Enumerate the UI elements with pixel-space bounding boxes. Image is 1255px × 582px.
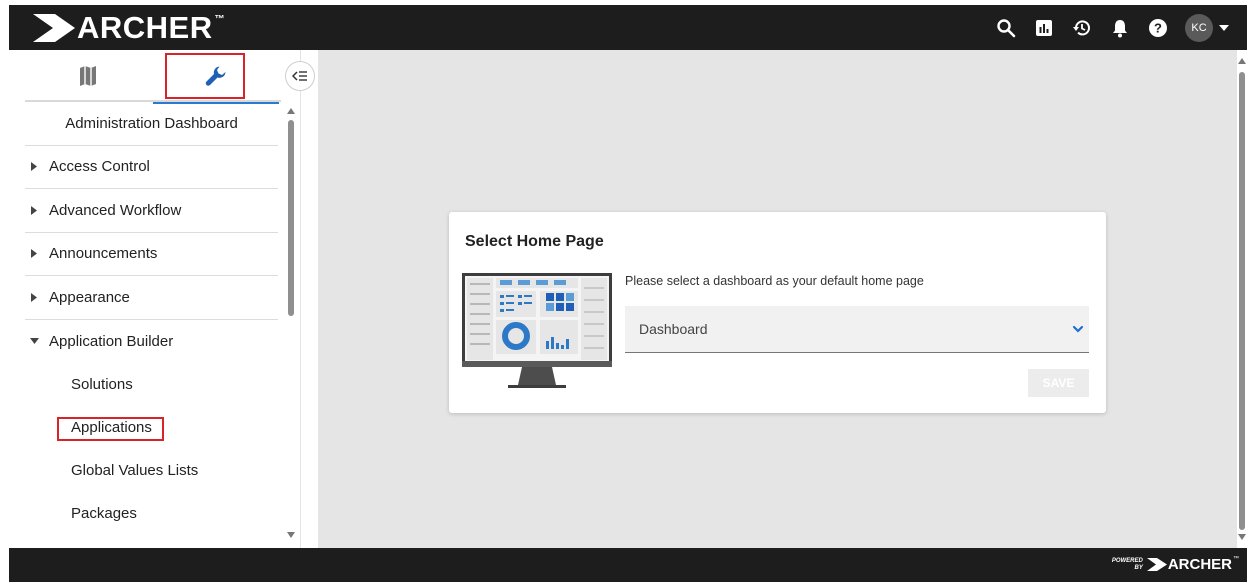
svg-text:?: ? <box>1154 20 1162 35</box>
footer-brand-name: ARCHER <box>1167 556 1232 573</box>
powered-by-archer-logo: POWERED BY ARCHER ™ <box>1112 556 1239 573</box>
nav-solutions[interactable]: Solutions <box>25 363 278 406</box>
save-button[interactable]: SAVE <box>1028 369 1089 397</box>
nav-label: Global Values Lists <box>71 462 199 479</box>
nav-application-builder[interactable]: Application Builder <box>25 320 278 364</box>
nav-label: Packages <box>71 505 137 522</box>
nav-label: Advanced Workflow <box>49 201 182 219</box>
footer-brand-trademark: ™ <box>1233 556 1239 562</box>
notifications-button[interactable] <box>1101 5 1139 50</box>
select-home-page-card: Select Home Page Please select a dashboa… <box>449 212 1106 413</box>
nav-global-values-lists[interactable]: Global Values Lists <box>25 449 278 492</box>
history-button[interactable] <box>1063 5 1101 50</box>
admin-nav: Administration Dashboard Access Control … <box>25 102 278 535</box>
user-avatar[interactable]: KC <box>1185 13 1213 42</box>
nav-packages[interactable]: Packages <box>25 492 278 535</box>
powered-by-text: POWERED BY <box>1112 558 1143 572</box>
powered-line: POWERED <box>1111 557 1143 564</box>
tab-administration[interactable] <box>153 50 279 104</box>
sidebar-tabs <box>25 50 281 104</box>
reports-button[interactable] <box>1025 5 1063 50</box>
nav-label: Administration Dashboard <box>65 114 238 132</box>
nav-label: Announcements <box>49 245 158 263</box>
nav-label: Appearance <box>49 288 130 306</box>
tab-workspace[interactable] <box>25 50 151 102</box>
search-button[interactable] <box>987 5 1025 50</box>
collapse-sidebar-button[interactable] <box>285 61 315 91</box>
admin-sidebar: Administration Dashboard Access Control … <box>9 50 301 548</box>
scroll-down-arrow-icon[interactable] <box>287 532 295 538</box>
top-bar: ARCHER ™ ? KC <box>9 5 1247 50</box>
help-icon: ? <box>1149 18 1167 37</box>
archer-logo[interactable]: ARCHER ™ <box>33 10 225 45</box>
nav-administration-dashboard[interactable]: Administration Dashboard <box>25 102 278 146</box>
history-icon <box>1073 19 1090 35</box>
brand-trademark: ™ <box>214 14 225 25</box>
scroll-up-arrow-icon[interactable] <box>1238 58 1246 64</box>
main-scrollbar[interactable] <box>1237 50 1247 548</box>
caret-down-icon <box>27 338 41 345</box>
reports-icon <box>1036 19 1052 36</box>
card-description: Please select a dashboard as your defaul… <box>625 274 924 288</box>
chevron-down-icon <box>1072 325 1084 333</box>
wrench-icon <box>205 66 226 86</box>
brand-name: ARCHER <box>77 10 213 45</box>
nav-applications[interactable]: Applications <box>25 406 278 449</box>
by-line: BY <box>1134 564 1143 571</box>
scroll-down-arrow-icon[interactable] <box>1238 534 1246 540</box>
nav-advanced-workflow[interactable]: Advanced Workflow <box>25 189 278 233</box>
caret-right-icon <box>27 249 41 259</box>
dashboard-select-value: Dashboard <box>639 321 708 337</box>
help-button[interactable]: ? <box>1139 5 1177 50</box>
nav-label: Solutions <box>71 376 133 393</box>
archer-chevron-icon <box>1146 558 1167 571</box>
nav-label: Application Builder <box>49 332 174 350</box>
sidebar-scroll-thumb[interactable] <box>288 120 294 316</box>
app-window: ARCHER ™ ? KC Administration Dashboard A… <box>0 0 1255 582</box>
footer-bar: POWERED BY ARCHER ™ <box>9 548 1247 582</box>
collapse-menu-icon <box>292 71 307 81</box>
nav-access-control[interactable]: Access Control <box>25 146 278 189</box>
dashboard-monitor-illustration <box>462 273 612 388</box>
nav-announcements[interactable]: Announcements <box>25 233 278 276</box>
bell-icon <box>1113 19 1127 37</box>
sidebar-scrollbar[interactable] <box>287 108 295 548</box>
caret-right-icon <box>27 205 41 215</box>
card-title: Select Home Page <box>465 233 604 250</box>
nav-label: Access Control <box>49 158 150 176</box>
caret-right-icon <box>27 292 41 302</box>
top-bar-actions: ? KC <box>987 5 1229 50</box>
nav-label: Applications <box>71 419 152 436</box>
caret-right-icon <box>27 162 41 172</box>
search-icon <box>997 18 1016 37</box>
archer-chevron-icon <box>33 14 75 42</box>
map-icon <box>80 66 96 86</box>
chevron-down-icon[interactable] <box>1219 24 1229 31</box>
scroll-up-arrow-icon[interactable] <box>287 108 295 114</box>
dashboard-select[interactable]: Dashboard <box>625 306 1089 353</box>
main-scroll-thumb[interactable] <box>1239 72 1245 530</box>
nav-appearance[interactable]: Appearance <box>25 276 278 320</box>
